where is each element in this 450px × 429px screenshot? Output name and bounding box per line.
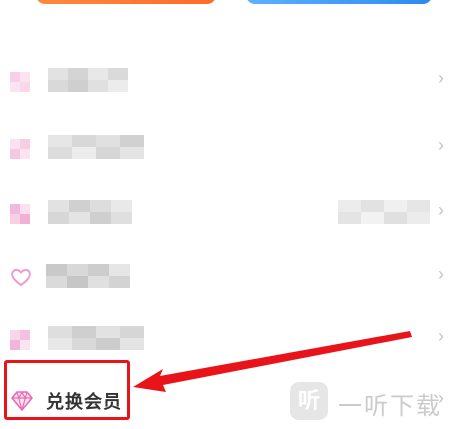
chevron-right-icon: › (438, 135, 444, 155)
blurred-icon (10, 72, 30, 92)
menu-item-5[interactable]: › (0, 318, 450, 358)
menu-item-2[interactable]: › (0, 127, 450, 167)
chevron-right-icon: › (438, 326, 444, 346)
blurred-icon (10, 204, 30, 224)
blurred-label (48, 68, 128, 92)
blurred-label (48, 200, 132, 224)
blurred-icon (10, 139, 30, 159)
menu-item-3[interactable]: › (0, 192, 450, 232)
blurred-value (338, 200, 430, 224)
chevron-right-icon: › (438, 200, 444, 220)
watermark-logo: 听 (290, 382, 328, 420)
menu-item-4[interactable]: › (0, 256, 450, 296)
menu-item-1[interactable]: › (0, 60, 450, 100)
blurred-icon (10, 330, 30, 350)
blurred-label (46, 264, 130, 288)
top-orange-button[interactable] (36, 0, 216, 4)
blurred-label (48, 135, 144, 159)
chevron-right-icon: › (438, 68, 444, 88)
watermark: 听 一听下载 (290, 380, 450, 424)
blurred-label (48, 326, 144, 350)
highlight-box (4, 360, 130, 420)
heart-icon (11, 268, 31, 287)
watermark-text: 一听下载 (338, 393, 442, 420)
chevron-right-icon: › (438, 264, 444, 284)
top-blue-button[interactable] (246, 0, 432, 4)
